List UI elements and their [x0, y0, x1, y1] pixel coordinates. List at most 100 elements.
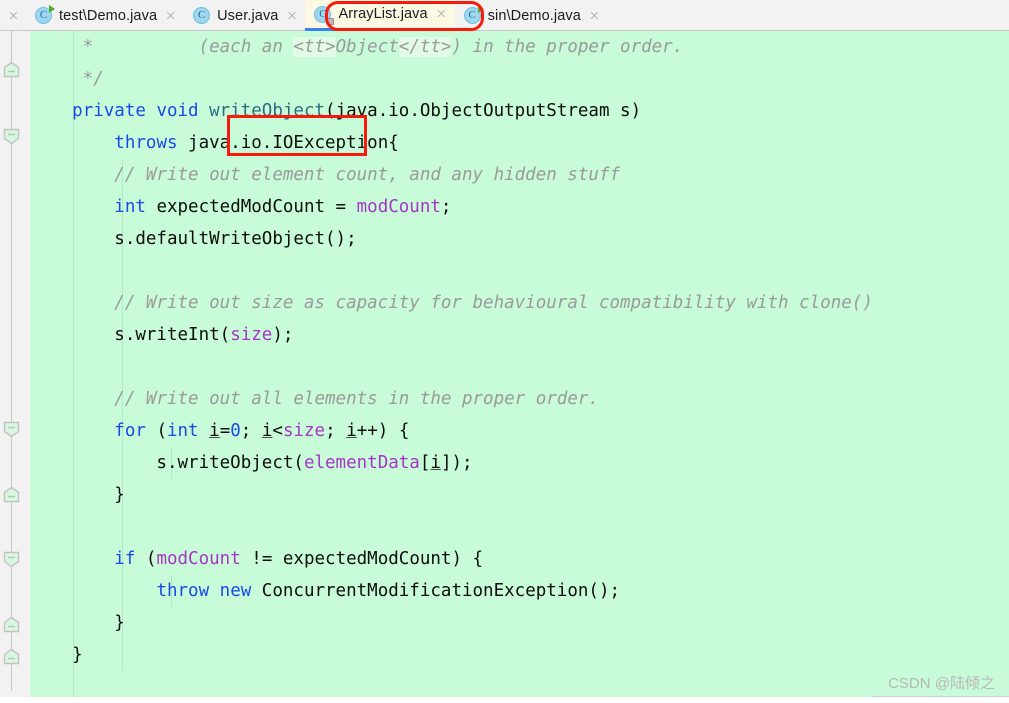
code-line[interactable]: throw new ConcurrentModificationExceptio… — [30, 575, 620, 607]
editor-tab-arraylist-java[interactable]: C ArrayList.java × — [305, 0, 455, 31]
lock-icon — [327, 17, 335, 25]
editor-tab-test-demo-java[interactable]: Ctest\Demo.java × — [26, 0, 184, 31]
code-token: i — [261, 421, 273, 441]
fold-collapse-start-icon[interactable] — [3, 486, 20, 503]
code-line[interactable]: } — [30, 479, 125, 511]
code-token: */ — [30, 69, 104, 89]
code-line[interactable]: */ — [30, 63, 104, 95]
code-token: for — [114, 421, 146, 441]
bottom-rule — [872, 696, 1009, 697]
code-token: ( — [145, 421, 167, 441]
code-token: i — [209, 421, 220, 441]
code-token: < — [272, 421, 283, 441]
code-token: * — [30, 37, 199, 57]
code-line[interactable]: private void writeObject(java.io.ObjectO… — [30, 95, 641, 127]
code-token: ( — [135, 549, 157, 569]
code-token: // Write out size as capacity for behavi… — [30, 293, 873, 313]
code-token: modCount — [156, 549, 241, 569]
code-token: Object — [335, 37, 399, 57]
code-token: 0 — [230, 421, 241, 441]
watermark-text: CSDN @陆倾之 — [888, 675, 995, 692]
close-icon[interactable]: × — [588, 9, 601, 23]
code-token: ConcurrentModificationException(); — [251, 581, 621, 601]
java-class-icon: C — [193, 7, 211, 24]
code-line[interactable]: s.defaultWriteObject(); — [30, 223, 356, 255]
close-icon[interactable]: × — [164, 9, 177, 23]
code-token: } — [30, 645, 83, 665]
fold-collapse-start-icon[interactable] — [3, 61, 20, 78]
code-line[interactable]: if (modCount != expectedModCount) { — [30, 543, 483, 575]
code-token: throw new — [156, 581, 252, 601]
code-token: ++) { — [356, 421, 410, 441]
fold-collapse-start-icon[interactable] — [3, 616, 20, 633]
code-token: (each an — [198, 37, 294, 57]
code-token: </tt> — [398, 37, 452, 57]
code-token: i — [430, 453, 441, 473]
leading-tab-close-button[interactable]: × — [0, 0, 26, 31]
code-line[interactable]: s.writeObject(elementData[i]); — [30, 447, 473, 479]
code-line[interactable]: // Write out element count, and any hidd… — [30, 159, 620, 191]
fold-collapse-end-icon[interactable] — [3, 128, 20, 145]
close-icon[interactable]: × — [435, 7, 448, 21]
editor-tab-user-java[interactable]: C User.java × — [184, 0, 305, 31]
editor-gutter[interactable] — [0, 31, 30, 703]
code-token: != expectedModCount) { — [240, 549, 484, 569]
code-token: ; — [240, 421, 262, 441]
code-token: int — [114, 197, 146, 217]
code-line[interactable]: // Write out all elements in the proper … — [30, 383, 599, 415]
code-token: modCount — [356, 197, 441, 217]
code-line[interactable]: // Write out size as capacity for behavi… — [30, 287, 873, 319]
fold-collapse-end-icon[interactable] — [3, 421, 20, 438]
code-token: <tt> — [293, 37, 336, 57]
editor-tab-bar: × Ctest\Demo.java × C User.java × C ArrayList.… — [0, 0, 1009, 31]
code-token: java.io.IOException{ — [177, 133, 399, 153]
code-token: ]); — [440, 453, 473, 473]
code-content-pane[interactable]: * (each an <tt>Object</tt>) in the prope… — [30, 31, 1009, 703]
editor-tab-label: User.java — [217, 7, 279, 24]
code-token: expectedModCount = — [145, 197, 357, 217]
code-token: ) in the proper order. — [451, 37, 684, 57]
close-icon[interactable]: × — [285, 9, 298, 23]
code-token: // Write out element count, and any hidd… — [30, 165, 621, 185]
code-editor[interactable]: * (each an <tt>Object</tt>) in the prope… — [0, 31, 1009, 703]
code-token: = — [219, 421, 231, 441]
code-line[interactable]: int expectedModCount = modCount; — [30, 191, 451, 223]
code-token: ; — [325, 421, 347, 441]
code-token: s.writeObject( — [30, 453, 304, 473]
java-class-icon: C — [35, 5, 55, 24]
editor-tab-sin-demo-java[interactable]: Csin\Demo.java × — [455, 0, 608, 31]
editor-tab-label: sin\Demo.java — [487, 7, 581, 24]
code-line[interactable]: for (int i=0; i<size; i++) { — [30, 415, 409, 447]
java-class-icon: C — [463, 5, 484, 24]
code-line[interactable]: throws java.io.IOException{ — [30, 127, 399, 159]
code-token: int — [166, 421, 199, 441]
close-icon[interactable]: × — [7, 9, 20, 23]
code-token: } — [30, 613, 125, 633]
code-token: // Write out all elements in the proper … — [30, 389, 599, 409]
code-token: if — [114, 549, 136, 569]
editor-tab-label: test\Demo.java — [59, 7, 158, 24]
editor-tab-label: ArrayList.java — [338, 6, 428, 22]
code-token: private void — [72, 101, 210, 121]
code-line[interactable]: s.writeInt(size); — [30, 319, 293, 351]
code-token: } — [30, 485, 125, 505]
fold-collapse-end-icon[interactable] — [3, 551, 20, 568]
fold-collapse-start-icon[interactable] — [3, 648, 20, 665]
code-line[interactable]: * (each an <tt>Object</tt>) in the prope… — [30, 31, 683, 63]
code-line[interactable]: } — [30, 607, 125, 639]
code-token: size — [282, 421, 326, 441]
code-token: writeObject — [209, 101, 326, 121]
code-token: i — [346, 421, 357, 441]
code-token: size — [230, 325, 273, 345]
run-arrow-icon — [49, 5, 55, 13]
code-token: elementData — [303, 453, 420, 473]
run-arrow-icon — [477, 5, 484, 13]
code-token: [ — [419, 453, 431, 473]
code-line[interactable]: } — [30, 639, 83, 671]
